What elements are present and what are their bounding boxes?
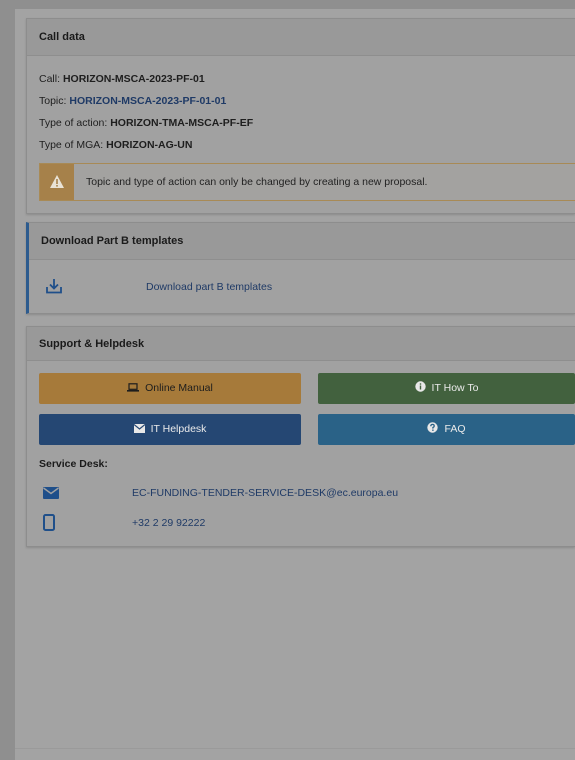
action-value: HORIZON-TMA-MSCA-PF-EF — [110, 117, 254, 129]
question-icon — [427, 422, 439, 433]
download-header: Download Part B templates — [29, 223, 575, 260]
mga-value: HORIZON-AG-UN — [106, 139, 193, 151]
laptop-icon — [127, 383, 140, 392]
it-helpdesk-button[interactable]: IT Helpdesk — [39, 414, 301, 445]
mobile-phone-icon — [43, 514, 55, 534]
warning-message: Topic and type of action can only be cha… — [39, 163, 575, 201]
support-helpdesk-panel: Support & Helpdesk Online Manual IT How … — [26, 326, 575, 547]
call-line: Call: HORIZON-MSCA-2023-PF-01 — [39, 73, 205, 85]
topic-link[interactable]: HORIZON-MSCA-2023-PF-01-01 — [69, 95, 226, 107]
download-icon[interactable] — [45, 278, 63, 297]
warning-icon — [40, 164, 74, 200]
call-value: HORIZON-MSCA-2023-PF-01 — [62, 73, 205, 85]
warning-text: Topic and type of action can only be cha… — [86, 176, 428, 188]
envelope-icon — [133, 424, 145, 433]
action-line: Type of action: HORIZON-TMA-MSCA-PF-EF — [39, 117, 254, 129]
envelope-icon — [43, 487, 59, 502]
online-manual-button[interactable]: Online Manual — [39, 373, 301, 404]
footer-divider — [15, 748, 575, 749]
support-header: Support & Helpdesk — [27, 327, 575, 361]
it-howto-button[interactable]: IT How To — [318, 373, 575, 404]
info-icon — [414, 381, 426, 392]
call-data-header: Call data — [27, 19, 575, 56]
topic-line: Topic: HORIZON-MSCA-2023-PF-01-01 — [39, 95, 227, 107]
faq-button[interactable]: FAQ — [318, 414, 575, 445]
call-data-panel: Call data Call: HORIZON-MSCA-2023-PF-01 … — [26, 18, 575, 214]
mga-line: Type of MGA: HORIZON-AG-UN — [39, 139, 193, 151]
download-templates-panel: Download Part B templates Download part … — [26, 222, 575, 314]
page-content: Call data Call: HORIZON-MSCA-2023-PF-01 … — [15, 9, 575, 760]
service-desk-email-link[interactable]: EC-FUNDING-TENDER-SERVICE-DESK@ec.europa… — [132, 487, 398, 499]
service-desk-title: Service Desk: — [39, 458, 108, 470]
download-templates-link[interactable]: Download part B templates — [146, 281, 272, 293]
service-desk-phone[interactable]: +32 2 29 92222 — [132, 517, 205, 529]
